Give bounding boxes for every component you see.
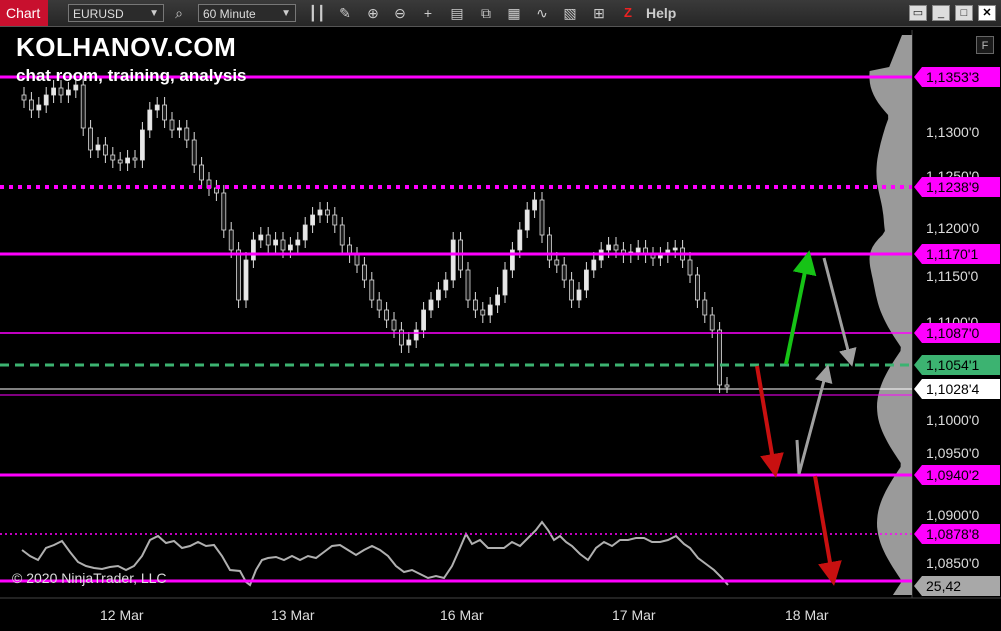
x-label-12-mar: 12 Mar bbox=[100, 607, 144, 623]
x-label-16-mar: 16 Mar bbox=[440, 607, 484, 623]
copyright-text: © 2020 NinjaTrader, LLC bbox=[12, 570, 167, 586]
properties-icon[interactable]: ▤ bbox=[448, 4, 466, 22]
strategies-icon[interactable]: ▧ bbox=[561, 4, 579, 22]
window-restore-button[interactable]: ▭ bbox=[909, 5, 927, 21]
zoom-in-icon[interactable]: ⊕ bbox=[364, 4, 382, 22]
templates-icon[interactable]: ⧉ bbox=[477, 4, 495, 22]
axis-tick-label: 1,1300'0 bbox=[926, 124, 979, 140]
minimize-button[interactable]: _ bbox=[932, 5, 950, 21]
indicator-value-label: 25,42 bbox=[914, 576, 1000, 596]
axis-tick-label: 1,0950'0 bbox=[926, 445, 979, 461]
instrument-value: EURUSD bbox=[73, 7, 124, 21]
z-icon[interactable]: Z bbox=[624, 5, 632, 20]
chart-tab[interactable]: Chart bbox=[0, 0, 48, 26]
axis-tick-label: 1,0850'0 bbox=[926, 555, 979, 571]
crosshair-icon[interactable]: + bbox=[419, 4, 437, 22]
f-button[interactable]: F bbox=[976, 36, 994, 54]
indicators-icon[interactable]: ∿ bbox=[533, 4, 551, 22]
x-label-17-mar: 17 Mar bbox=[612, 607, 656, 623]
current-price-label: 1,1028'4 bbox=[914, 379, 1000, 399]
x-label-13-mar: 13 Mar bbox=[271, 607, 315, 623]
price-label-1-1353: 1,1353'3 bbox=[914, 67, 1000, 87]
help-menu[interactable]: Help bbox=[646, 5, 676, 21]
price-label-1-1054: 1,1054'1 bbox=[914, 355, 1000, 375]
instrument-selector[interactable]: EURUSD ▼ bbox=[68, 4, 164, 22]
price-label-1-1170: 1,1170'1 bbox=[914, 244, 1000, 264]
search-icon[interactable]: ⌕ bbox=[170, 4, 188, 22]
chart-toolbar: Chart EURUSD ▼ ⌕ 60 Minute ▼ ┃┃ ✎ ⊕ ⊖ + … bbox=[0, 0, 1001, 27]
watermark-subtitle: chat room, training, analysis bbox=[16, 66, 247, 85]
chevron-down-icon: ▼ bbox=[149, 8, 159, 19]
maximize-button[interactable]: □ bbox=[955, 5, 973, 21]
price-label-1-0940: 1,0940'2 bbox=[914, 465, 1000, 485]
zoom-out-icon[interactable]: ⊖ bbox=[391, 4, 409, 22]
close-button[interactable]: ✕ bbox=[978, 5, 996, 21]
axis-tick-label: 1,0900'0 bbox=[926, 507, 979, 523]
timeframe-selector[interactable]: 60 Minute ▼ bbox=[198, 4, 296, 22]
timeframe-value: 60 Minute bbox=[203, 7, 256, 21]
price-label-1-0878: 1,0878'8 bbox=[914, 524, 1000, 544]
x-label-18-mar: 18 Mar bbox=[785, 607, 829, 623]
price-chart[interactable]: 1,1300'01,1250'01,1200'01,1150'01,1100'0… bbox=[0, 27, 1001, 631]
bar-type-icon[interactable]: ┃┃ bbox=[308, 4, 326, 22]
data-box-icon[interactable]: ▦ bbox=[505, 4, 523, 22]
draw-tool-icon[interactable]: ✎ bbox=[336, 4, 354, 22]
watermark-title: KOLHANOV.COM bbox=[16, 32, 237, 62]
trade-icon[interactable]: ⊞ bbox=[590, 4, 608, 22]
price-label-1-1238: 1,1238'9 bbox=[914, 177, 1000, 197]
chevron-down-icon: ▼ bbox=[281, 8, 291, 19]
price-label-1-1087: 1,1087'0 bbox=[914, 323, 1000, 343]
axis-tick-label: 1,1000'0 bbox=[926, 412, 979, 428]
axis-tick-label: 1,1200'0 bbox=[926, 220, 979, 236]
axis-tick-label: 1,1150'0 bbox=[926, 268, 978, 284]
